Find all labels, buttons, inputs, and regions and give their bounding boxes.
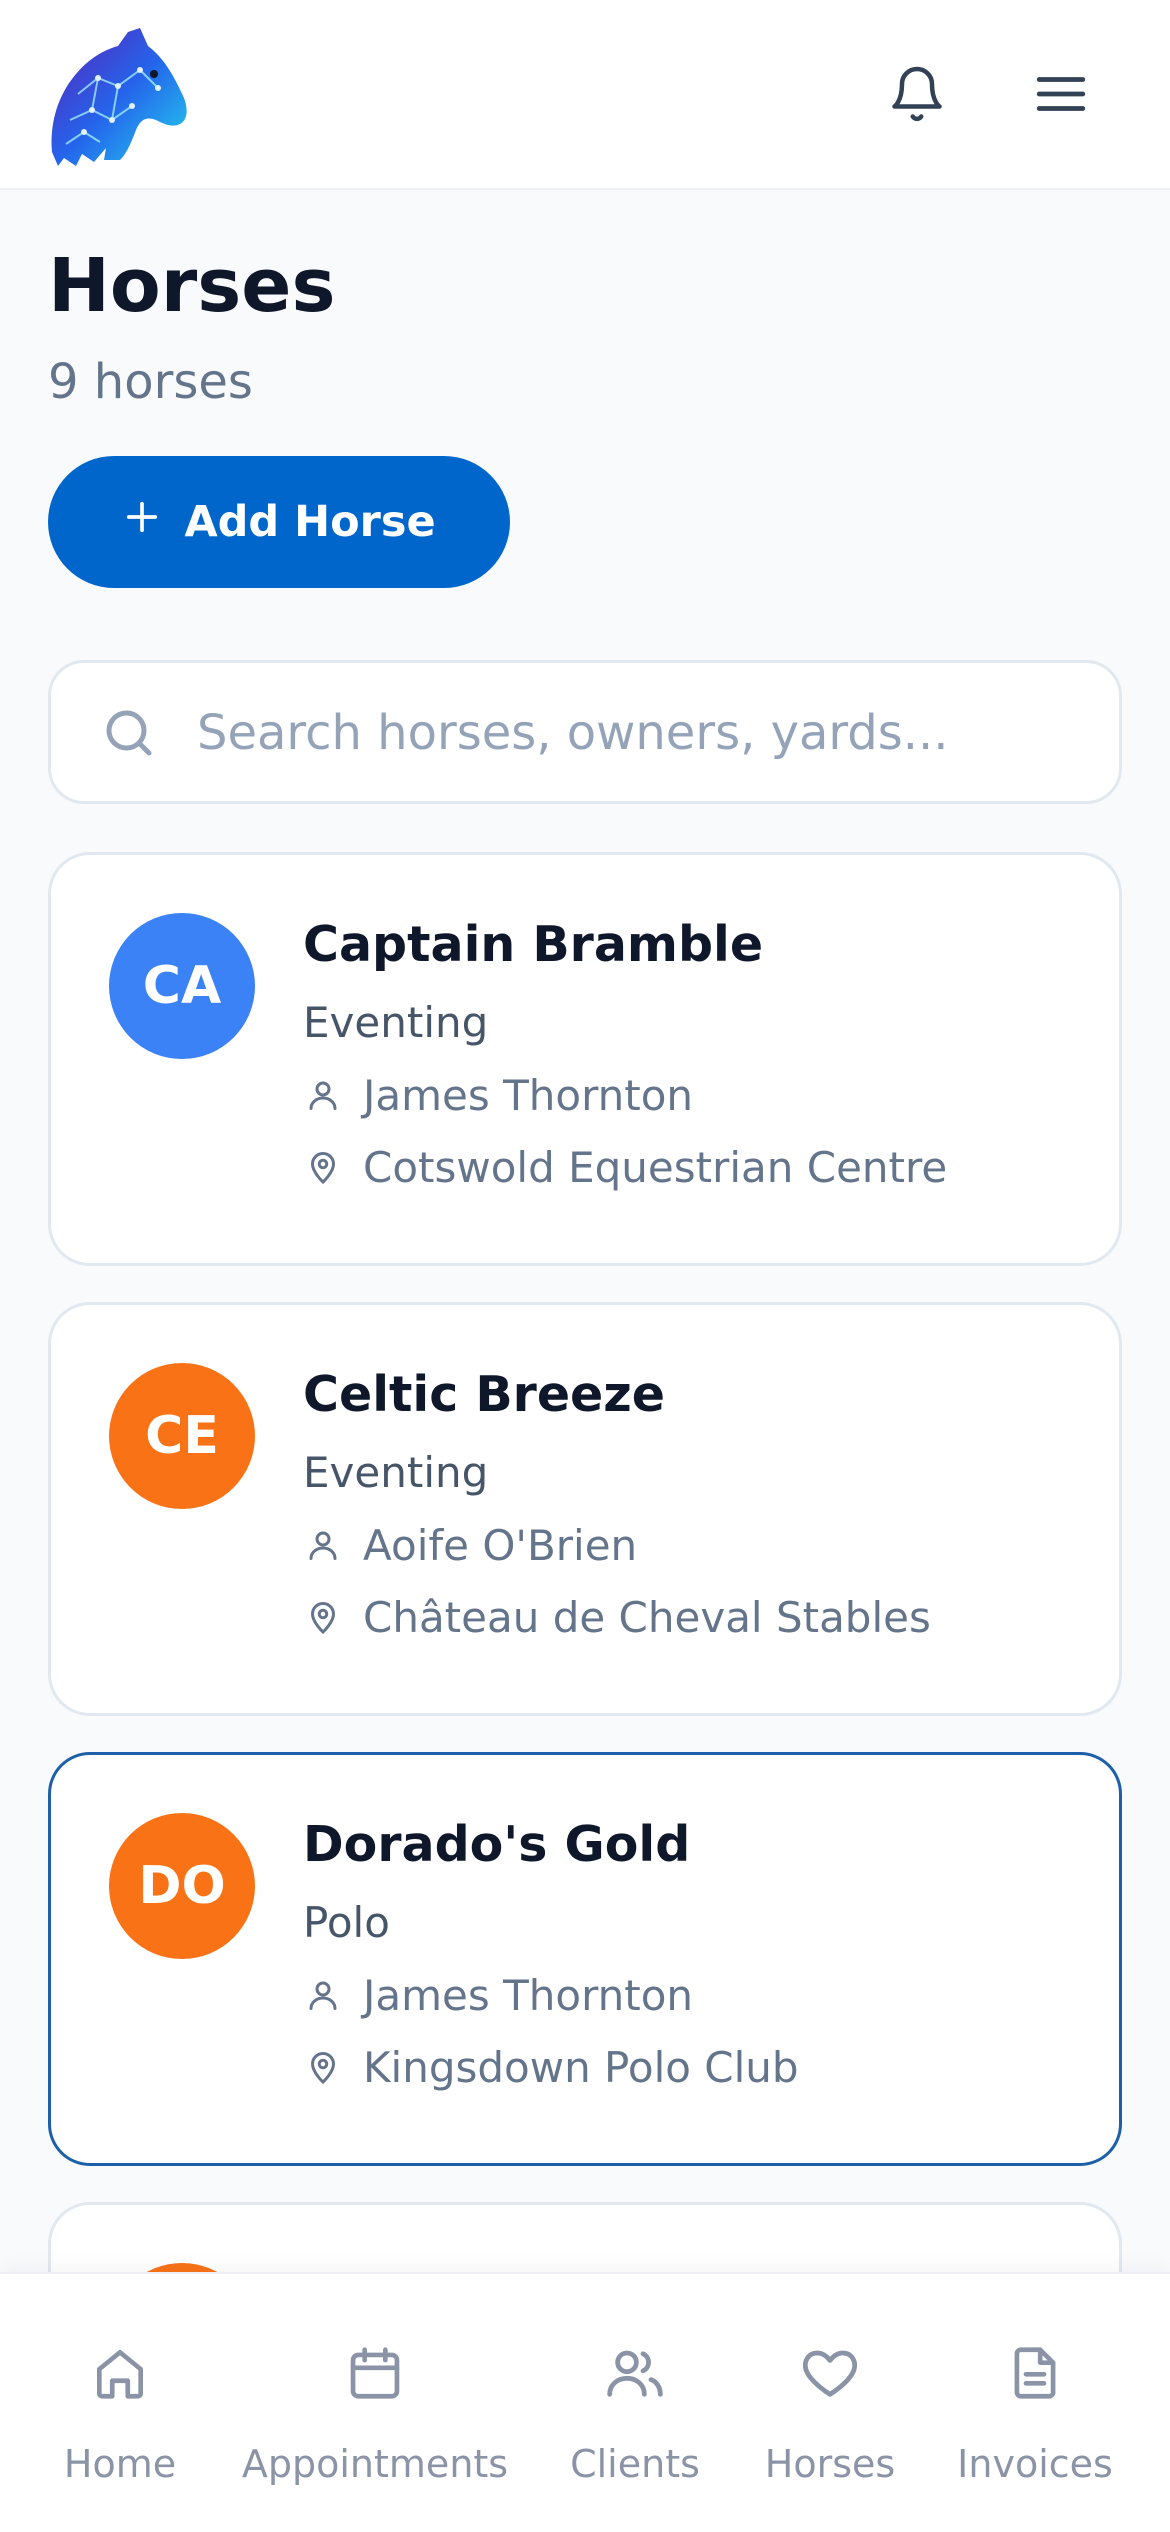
horse-avatar: CA <box>109 913 255 1059</box>
horse-head-logo[interactable] <box>48 24 192 168</box>
nav-item-clients[interactable]: Clients <box>550 2274 720 2532</box>
document-icon <box>1002 2340 1068 2406</box>
add-horse-label: Add Horse <box>184 497 436 547</box>
notifications-button[interactable] <box>872 50 962 140</box>
nav-item-invoices[interactable]: Invoices <box>950 2274 1120 2532</box>
avatar-initials: CE <box>145 1406 219 1466</box>
owner-row: James Thornton <box>303 1967 693 2023</box>
home-icon <box>87 2340 153 2406</box>
nav-label-clients: Clients <box>570 2442 700 2486</box>
menu-button[interactable] <box>1016 50 1106 140</box>
yard-name: Kingsdown Polo Club <box>363 2042 799 2092</box>
search-icon <box>99 703 159 763</box>
person-icon <box>303 1525 343 1565</box>
bottom-nav: Home Appointments Clients Horses Invoice… <box>0 2272 1170 2532</box>
horse-card[interactable]: CE Celtic Breeze Eventing Aoife O'Brien … <box>48 1302 1122 1716</box>
person-icon <box>303 1075 343 1115</box>
owner-row: Aoife O'Brien <box>303 1517 637 1573</box>
owner-name: James Thornton <box>363 1070 694 1120</box>
horse-name: Dorado's Gold <box>303 1816 691 1873</box>
location-pin-icon <box>303 1147 343 1187</box>
yard-row: Kingsdown Polo Club <box>303 2039 799 2095</box>
nav-label-appointments: Appointments <box>241 2442 509 2486</box>
nav-label-invoices: Invoices <box>957 2442 1113 2486</box>
horse-discipline: Polo <box>303 1898 390 1947</box>
avatar-initials: CA <box>142 956 222 1016</box>
yard-name: Château de Cheval Stables <box>363 1592 931 1642</box>
users-icon <box>602 2340 668 2406</box>
search-box <box>48 660 1122 804</box>
nav-item-horses[interactable]: Horses <box>750 2274 910 2532</box>
heart-icon <box>797 2340 863 2406</box>
horse-discipline: Eventing <box>303 1448 489 1497</box>
horse-discipline: Eventing <box>303 998 489 1047</box>
avatar-initials: DO <box>138 1856 226 1916</box>
horse-name: Celtic Breeze <box>303 1366 666 1423</box>
nav-item-home[interactable]: Home <box>40 2274 200 2532</box>
horse-card[interactable]: CA Captain Bramble Eventing James Thornt… <box>48 852 1122 1266</box>
location-pin-icon <box>303 1597 343 1637</box>
owner-name: James Thornton <box>363 1970 694 2020</box>
nav-item-appointments[interactable]: Appointments <box>240 2274 510 2532</box>
horse-card-selected[interactable]: DO Dorado's Gold Polo James Thornton Kin… <box>48 1752 1122 2166</box>
person-icon <box>303 1975 343 2015</box>
nav-label-horses: Horses <box>764 2442 896 2486</box>
owner-row: James Thornton <box>303 1067 693 1123</box>
horse-avatar: CE <box>109 1363 255 1509</box>
yard-row: Château de Cheval Stables <box>303 1589 931 1645</box>
nav-label-home: Home <box>63 2442 177 2486</box>
yard-row: Cotswold Equestrian Centre <box>303 1139 947 1195</box>
add-horse-button[interactable]: Add Horse <box>48 456 510 588</box>
calendar-icon <box>342 2340 408 2406</box>
page-title: Horses <box>48 243 336 329</box>
hamburger-menu-icon <box>1032 65 1090 126</box>
location-pin-icon <box>303 2047 343 2087</box>
top-bar <box>0 0 1170 190</box>
horse-name: Captain Bramble <box>303 916 764 973</box>
app: Horses 9 horses Add Horse CA Captain Bra… <box>0 0 1170 2532</box>
search-input[interactable] <box>197 693 1077 773</box>
bell-icon <box>887 64 947 127</box>
owner-name: Aoife O'Brien <box>363 1520 638 1570</box>
yard-name: Cotswold Equestrian Centre <box>363 1142 948 1192</box>
plus-icon <box>122 497 162 548</box>
horse-count: 9 horses <box>48 354 253 410</box>
horse-avatar: DO <box>109 1813 255 1959</box>
